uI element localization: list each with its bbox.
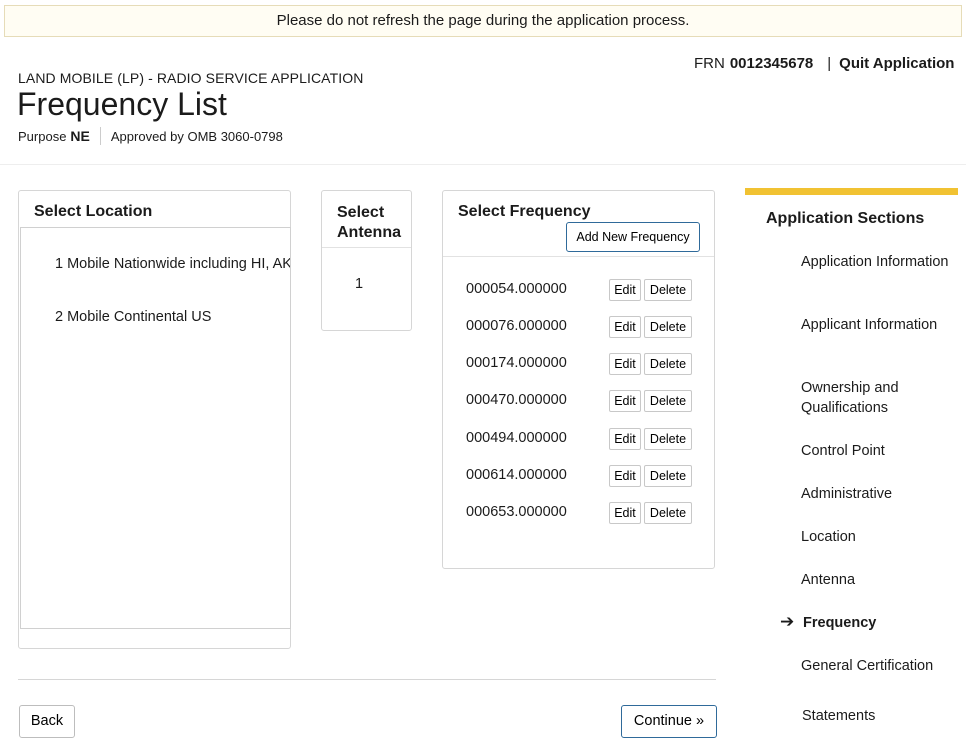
page-title: Frequency List bbox=[17, 86, 227, 122]
sidebar-item-ownership-qualifications[interactable]: Ownership and Qualifications bbox=[801, 378, 951, 418]
service-name: LAND MOBILE (LP) - RADIO SERVICE APPLICA… bbox=[18, 70, 364, 86]
antenna-item[interactable]: 1 bbox=[355, 276, 363, 292]
header-divider bbox=[0, 164, 966, 165]
frequency-row: 000470.000000 Edit Delete bbox=[443, 389, 714, 415]
select-location-panel: Select Location 1 Mobile Nationwide incl… bbox=[18, 190, 291, 649]
frequency-value: 000494.000000 bbox=[466, 430, 567, 446]
select-location-title: Select Location bbox=[34, 203, 153, 220]
edit-frequency-button[interactable]: Edit bbox=[609, 465, 641, 487]
purpose-label: Purpose bbox=[18, 128, 67, 144]
sidebar-item-statements[interactable]: Statements bbox=[802, 706, 952, 726]
sidebar-item-frequency[interactable]: Frequency bbox=[803, 613, 953, 633]
select-frequency-panel: Select Frequency Add New Frequency 00005… bbox=[442, 190, 715, 569]
location-item[interactable]: 1 Mobile Nationwide including HI, AK bbox=[55, 256, 290, 272]
frequency-row: 000614.000000 Edit Delete bbox=[443, 464, 714, 490]
delete-frequency-button[interactable]: Delete bbox=[644, 465, 692, 487]
delete-frequency-button[interactable]: Delete bbox=[644, 390, 692, 412]
meta-divider bbox=[99, 127, 101, 145]
back-button[interactable]: Back bbox=[19, 705, 75, 738]
frequency-row: 000174.000000 Edit Delete bbox=[443, 352, 714, 378]
delete-frequency-button[interactable]: Delete bbox=[644, 353, 692, 375]
sidebar-item-antenna[interactable]: Antenna bbox=[801, 570, 951, 590]
footer-divider bbox=[18, 679, 716, 680]
edit-frequency-button[interactable]: Edit bbox=[609, 502, 641, 524]
continue-button[interactable]: Continue » bbox=[621, 705, 717, 738]
frequency-value: 000054.000000 bbox=[466, 281, 567, 297]
antenna-divider bbox=[322, 247, 411, 248]
sidebar-item-administrative[interactable]: Administrative bbox=[801, 484, 951, 504]
edit-frequency-button[interactable]: Edit bbox=[609, 390, 641, 412]
frequency-value: 000076.000000 bbox=[466, 318, 567, 334]
edit-frequency-button[interactable]: Edit bbox=[609, 279, 641, 301]
frn-value: 0012345678 bbox=[729, 55, 814, 72]
frequency-value: 000614.000000 bbox=[466, 467, 567, 483]
sidebar-item-general-certification[interactable]: General Certification bbox=[801, 656, 951, 676]
delete-frequency-button[interactable]: Delete bbox=[644, 279, 692, 301]
add-new-frequency-button[interactable]: Add New Frequency bbox=[566, 222, 700, 252]
frequency-value: 000470.000000 bbox=[466, 392, 567, 408]
sidebar-item-location[interactable]: Location bbox=[801, 527, 951, 547]
sidebar-item-applicant-information[interactable]: Applicant Information bbox=[801, 315, 951, 335]
select-antenna-title-line1: Select bbox=[337, 204, 385, 221]
sidebar-item-control-point[interactable]: Control Point bbox=[801, 441, 951, 461]
refresh-warning-banner: Please do not refresh the page during th… bbox=[4, 5, 962, 37]
sidebar-title: Application Sections bbox=[766, 210, 925, 227]
application-meta: Purpose NE Approved by OMB 3060-0798 bbox=[18, 127, 283, 145]
frequency-divider bbox=[443, 256, 714, 257]
edit-frequency-button[interactable]: Edit bbox=[609, 353, 641, 375]
delete-frequency-button[interactable]: Delete bbox=[644, 428, 692, 450]
frequency-row: 000054.000000 Edit Delete bbox=[443, 278, 714, 304]
select-frequency-title: Select Frequency bbox=[458, 203, 591, 220]
frequency-value: 000653.000000 bbox=[466, 504, 567, 520]
right-arrow-icon: ➔ bbox=[780, 612, 795, 631]
frequency-value: 000174.000000 bbox=[466, 355, 567, 371]
quit-application-link[interactable]: Quit Application bbox=[839, 55, 954, 72]
select-antenna-title: Select Antenna bbox=[337, 203, 401, 243]
purpose-value: NE bbox=[70, 128, 90, 144]
header-separator: | bbox=[827, 55, 832, 72]
frequency-row: 000653.000000 Edit Delete bbox=[443, 501, 714, 527]
location-item[interactable]: 2 Mobile Continental US bbox=[55, 309, 211, 325]
select-antenna-panel: Select Antenna 1 bbox=[321, 190, 412, 331]
frn-display: FRN 0012345678 | Quit Application bbox=[694, 55, 954, 72]
frequency-row: 000494.000000 Edit Delete bbox=[443, 427, 714, 453]
edit-frequency-button[interactable]: Edit bbox=[609, 428, 641, 450]
sidebar-item-application-information[interactable]: Application Information bbox=[801, 252, 951, 272]
frequency-row: 000076.000000 Edit Delete bbox=[443, 315, 714, 341]
delete-frequency-button[interactable]: Delete bbox=[644, 316, 692, 338]
delete-frequency-button[interactable]: Delete bbox=[644, 502, 692, 524]
frn-label: FRN bbox=[694, 55, 725, 72]
omb-approval: Approved by OMB 3060-0798 bbox=[110, 128, 283, 144]
sidebar-accent-bar bbox=[745, 188, 958, 195]
select-antenna-title-line2: Antenna bbox=[337, 224, 401, 241]
edit-frequency-button[interactable]: Edit bbox=[609, 316, 641, 338]
location-list[interactable]: 1 Mobile Nationwide including HI, AK 2 M… bbox=[20, 227, 291, 629]
